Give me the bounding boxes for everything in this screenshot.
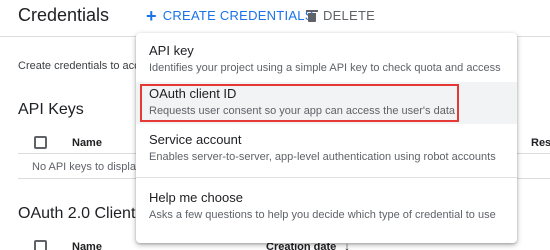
menu-item-description: Asks a few questions to help you decide … xyxy=(149,209,496,221)
menu-divider xyxy=(136,177,517,178)
highlight-box xyxy=(140,84,459,122)
column-restrictions[interactable]: Restrict xyxy=(531,137,550,149)
intro-text: Create credentials to acc xyxy=(18,60,140,72)
menu-item-service-account[interactable]: Service account Enables server-to-server… xyxy=(136,132,517,163)
menu-item-help-me-choose[interactable]: Help me choose Asks a few questions to h… xyxy=(136,190,517,221)
menu-item-label: API key xyxy=(149,43,194,58)
column-name[interactable]: Name xyxy=(72,137,102,149)
create-credentials-menu: API key Identifies your project using a … xyxy=(136,33,517,243)
create-credentials-label: CREATE CREDENTIALS xyxy=(162,8,314,23)
menu-item-description: Enables server-to-server, app-level auth… xyxy=(149,151,496,163)
delete-label: DELETE xyxy=(323,8,376,23)
select-all-checkbox[interactable] xyxy=(34,136,47,149)
oauth-clients-title: OAuth 2.0 Client I xyxy=(18,205,145,222)
select-all-checkbox[interactable] xyxy=(34,240,47,250)
plus-icon: + xyxy=(146,5,157,26)
create-credentials-button[interactable]: + CREATE CREDENTIALS xyxy=(146,5,314,26)
menu-item-label: Service account xyxy=(149,132,242,147)
menu-item-api-key[interactable]: API key Identifies your project using a … xyxy=(136,43,517,74)
menu-item-label: Help me choose xyxy=(149,190,243,205)
api-keys-title: API Keys xyxy=(18,101,84,118)
column-name[interactable]: Name xyxy=(72,241,102,250)
menu-item-description: Identifies your project using a simple A… xyxy=(149,62,501,74)
delete-button[interactable]: DELETE xyxy=(306,8,376,23)
page-title: Credentials xyxy=(18,5,110,25)
trash-icon xyxy=(306,9,318,22)
